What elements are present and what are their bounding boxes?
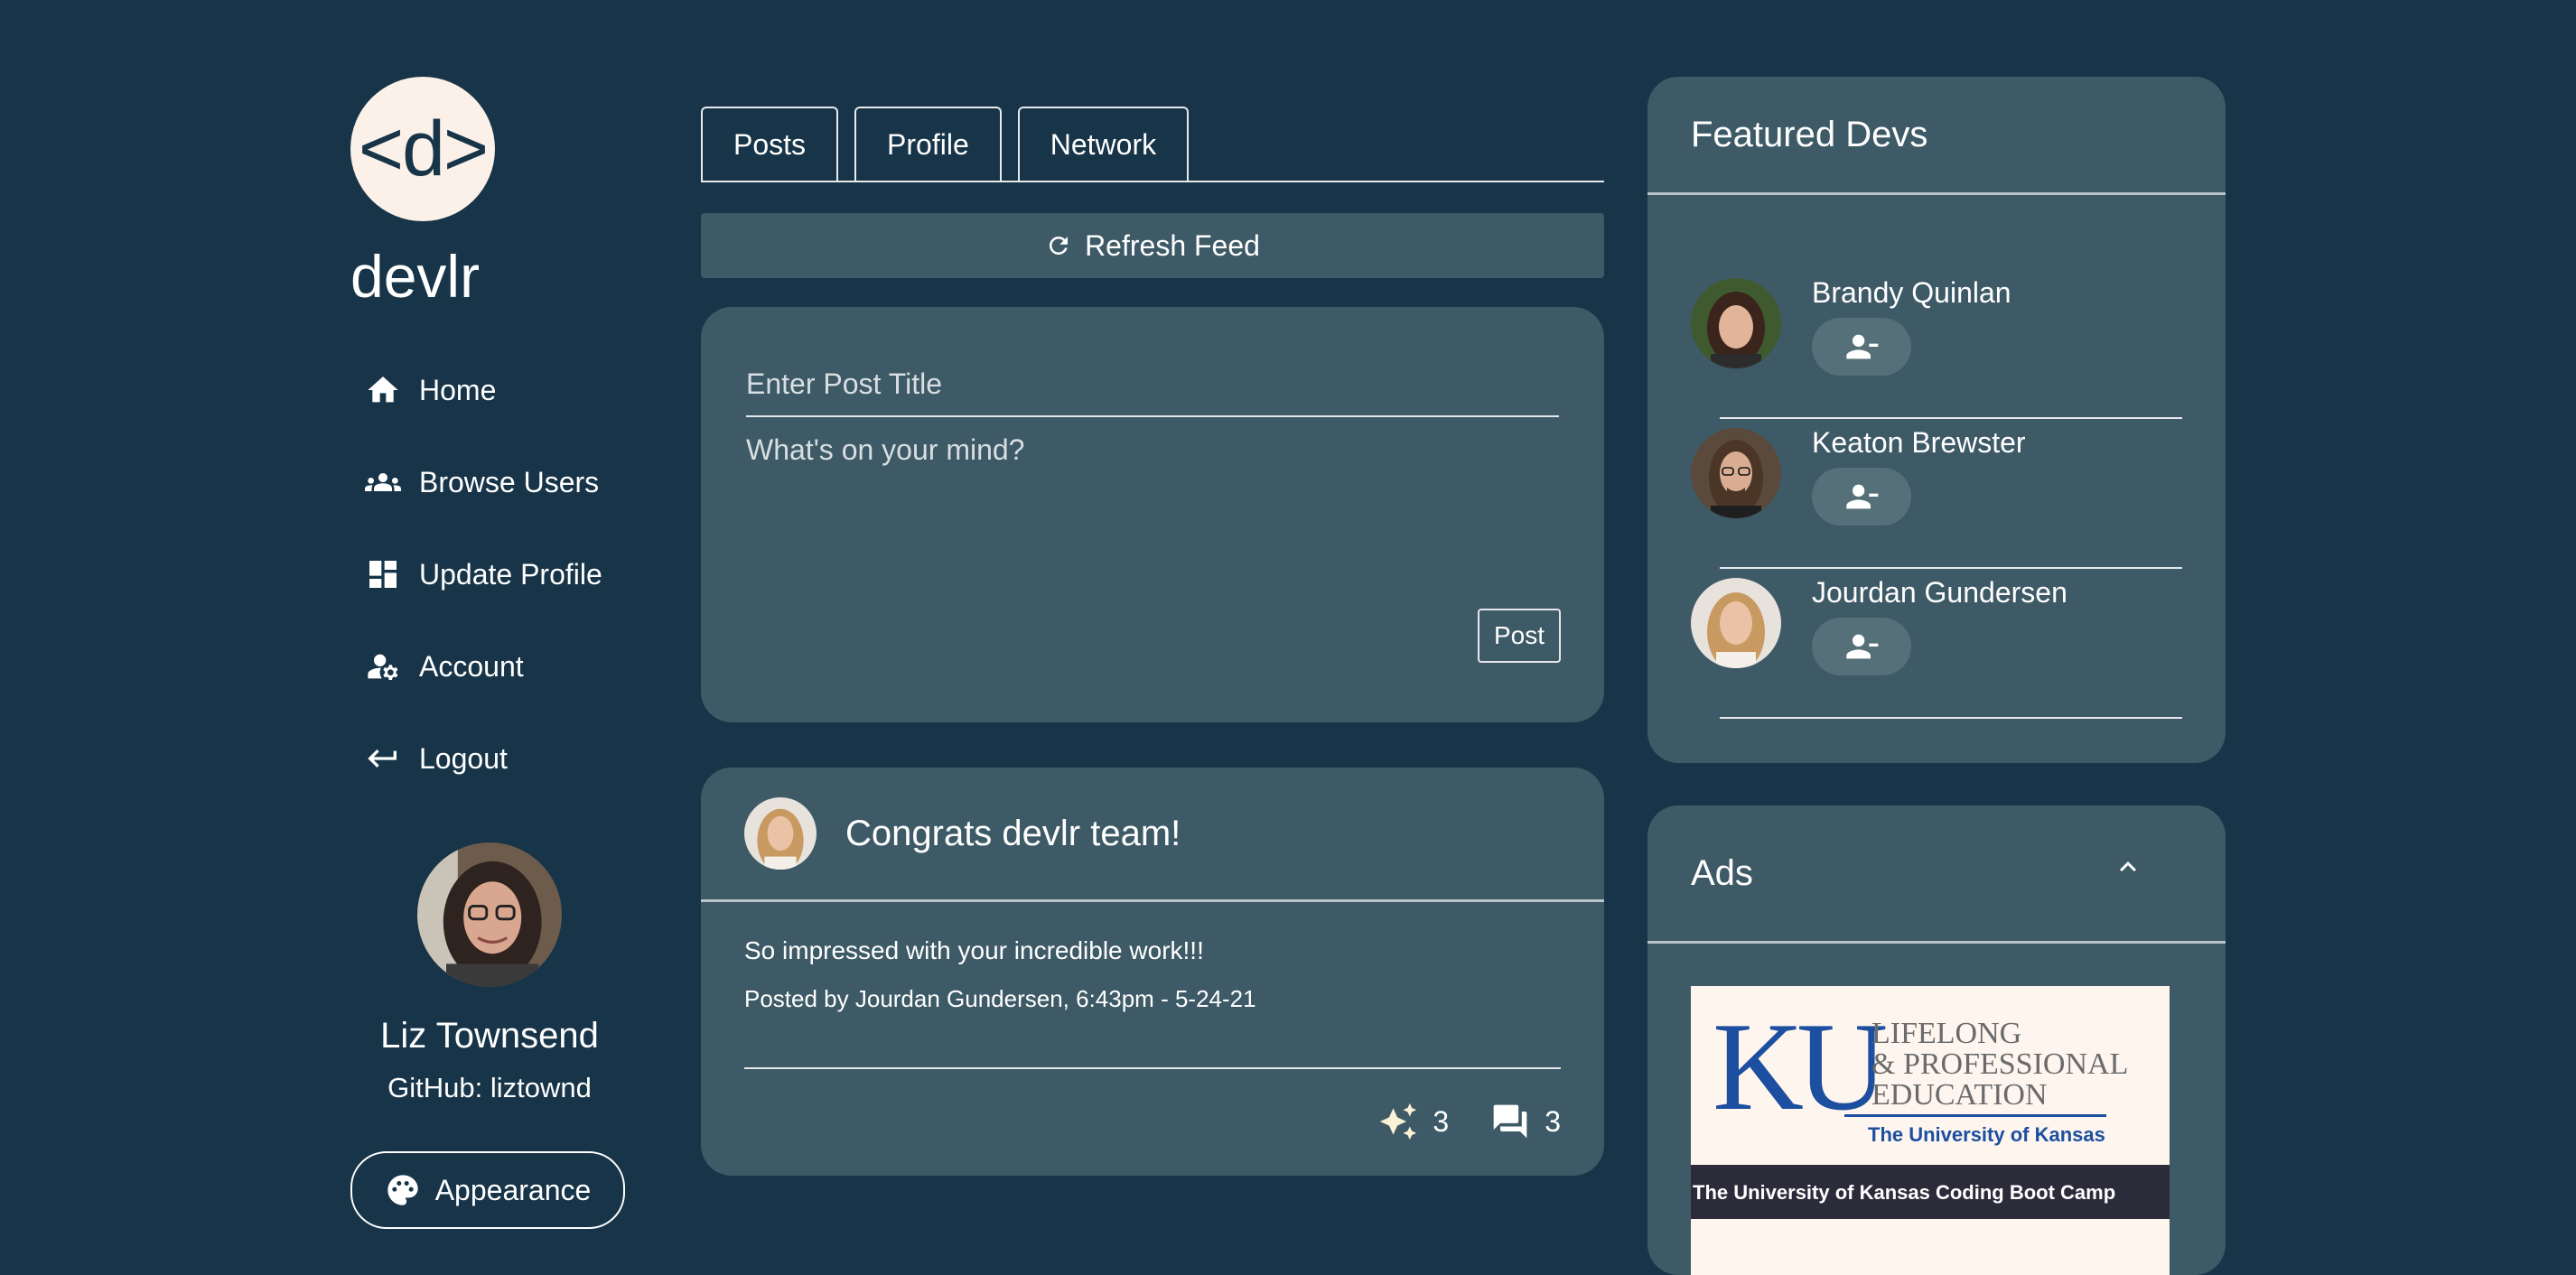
home-icon: [368, 377, 398, 403]
dev-photo: [1691, 278, 1781, 368]
ku-band-text: The University of Kansas Coding Boot Cam…: [1693, 1181, 2116, 1204]
user-avatar-photo: [417, 842, 562, 987]
person-remove-icon: [1846, 634, 1879, 659]
post-actions: 3 3: [1337, 1102, 1561, 1141]
sparkle-count: 3: [1433, 1104, 1450, 1138]
manage-account-icon: [368, 654, 398, 680]
user-name: Liz Townsend: [380, 1016, 599, 1056]
post-author-avatar[interactable]: [744, 797, 817, 870]
nav-item-account[interactable]: Account: [350, 620, 658, 712]
ads-header: Ads: [1647, 805, 2226, 944]
refresh-icon: [1050, 236, 1069, 255]
appearance-label: Appearance: [434, 1173, 592, 1206]
dev-avatar[interactable]: [1691, 578, 1781, 668]
featured-devs-panel: Featured Devs Brandy Quinlan Keaton Brew…: [1647, 77, 2226, 763]
dev-name: Keaton Brewster: [1812, 426, 2026, 459]
ads-panel: Ads KU LIFELONG & PROFESSIONAL EDUCATION…: [1647, 805, 2226, 1275]
person-remove-icon: [1846, 484, 1879, 509]
ku-line: LIFELONG: [1871, 1017, 2022, 1050]
post-title-input[interactable]: [746, 352, 1559, 417]
nav-item-label: Update Profile: [419, 557, 602, 591]
ku-program-name: LIFELONG & PROFESSIONAL EDUCATION: [1871, 1019, 2128, 1111]
nav-item-label: Logout: [419, 741, 508, 775]
featured-dev-row: Jourdan Gundersen: [1647, 569, 2226, 719]
post-card: Congrats devlr team! So impressed with y…: [701, 768, 1604, 1176]
ku-line: EDUCATION: [1871, 1078, 2048, 1112]
user-avatar[interactable]: [417, 842, 562, 987]
chevron-up-icon[interactable]: [2112, 851, 2144, 883]
ads-title: Ads: [1691, 852, 1753, 893]
post-divider: [744, 1067, 1561, 1069]
remove-friend-button[interactable]: [1812, 468, 1911, 526]
comment-count: 3: [1545, 1104, 1561, 1138]
nav-item-logout[interactable]: Logout: [350, 712, 658, 805]
featured-dev-row: Brandy Quinlan: [1647, 269, 2226, 419]
dev-name: Jourdan Gundersen: [1812, 576, 2067, 609]
dev-photo: [1691, 428, 1781, 518]
post-body-input[interactable]: [746, 433, 1559, 578]
post-composer: Post: [701, 307, 1604, 722]
dashboard-icon: [369, 561, 397, 588]
ku-line: & PROFESSIONAL: [1871, 1047, 2129, 1081]
ku-logo-letters: KU: [1713, 997, 1888, 1137]
logo-text: <d>: [358, 105, 489, 192]
featured-devs-title: Featured Devs: [1647, 77, 2226, 195]
remove-friend-button[interactable]: [1812, 618, 1911, 675]
post-body: So impressed with your incredible work!!…: [744, 936, 1204, 964]
remove-friend-button[interactable]: [1812, 318, 1911, 376]
tab-posts[interactable]: Posts: [701, 107, 839, 181]
post-author-photo: [744, 797, 817, 870]
dev-name: Brandy Quinlan: [1812, 276, 2011, 309]
featured-dev-row: Keaton Brewster: [1647, 419, 2226, 569]
keyboard-return-icon: [368, 749, 397, 768]
person-remove-icon: [1846, 334, 1879, 359]
sidebar-nav: Home Browse Users Update Profile Account…: [350, 344, 658, 805]
dev-avatar[interactable]: [1691, 428, 1781, 518]
refresh-feed-label: Refresh Feed: [1085, 228, 1260, 262]
sidebar: <d> devlr Home Browse Users Update Profi…: [350, 77, 658, 1229]
tab-bar: Posts Profile Network: [701, 107, 1604, 182]
post-button[interactable]: Post: [1477, 609, 1561, 663]
refresh-feed-button[interactable]: Refresh Feed: [701, 213, 1604, 278]
palette-icon: [387, 1175, 418, 1205]
ku-rule: [1844, 1114, 2106, 1117]
forum-icon: [1493, 1104, 1527, 1139]
main-feed: Posts Profile Network Refresh Feed Post …: [701, 107, 1604, 1176]
nav-item-home[interactable]: Home: [350, 344, 658, 436]
dev-divider: [1720, 717, 2182, 719]
brand-name: devlr: [350, 243, 481, 310]
ad-banner[interactable]: KU LIFELONG & PROFESSIONAL EDUCATION The…: [1691, 986, 2170, 1275]
nav-item-label: Browse Users: [419, 465, 600, 498]
dev-photo: [1691, 578, 1781, 668]
comments-button[interactable]: 3: [1490, 1102, 1561, 1141]
post-header: Congrats devlr team!: [701, 768, 1604, 902]
post-meta: Posted by Jourdan Gundersen, 6:43pm - 5-…: [744, 985, 1256, 1012]
post-title: Congrats devlr team!: [845, 813, 1181, 853]
dev-avatar[interactable]: [1691, 278, 1781, 368]
ku-university: The University of Kansas: [1868, 1123, 2105, 1146]
user-github: GitHub: liztownd: [387, 1072, 592, 1103]
sparkle-button[interactable]: 3: [1378, 1102, 1449, 1141]
group-icon: [365, 473, 401, 491]
sparkle-icon: [1380, 1103, 1417, 1140]
nav-item-update-profile[interactable]: Update Profile: [350, 528, 658, 620]
appearance-button[interactable]: Appearance: [350, 1151, 625, 1229]
nav-item-label: Home: [419, 373, 497, 406]
nav-item-browse-users[interactable]: Browse Users: [350, 436, 658, 528]
tab-profile[interactable]: Profile: [854, 107, 1002, 181]
app-logo[interactable]: <d>: [350, 77, 495, 221]
tab-network[interactable]: Network: [1017, 107, 1190, 181]
nav-item-label: Account: [419, 649, 524, 683]
